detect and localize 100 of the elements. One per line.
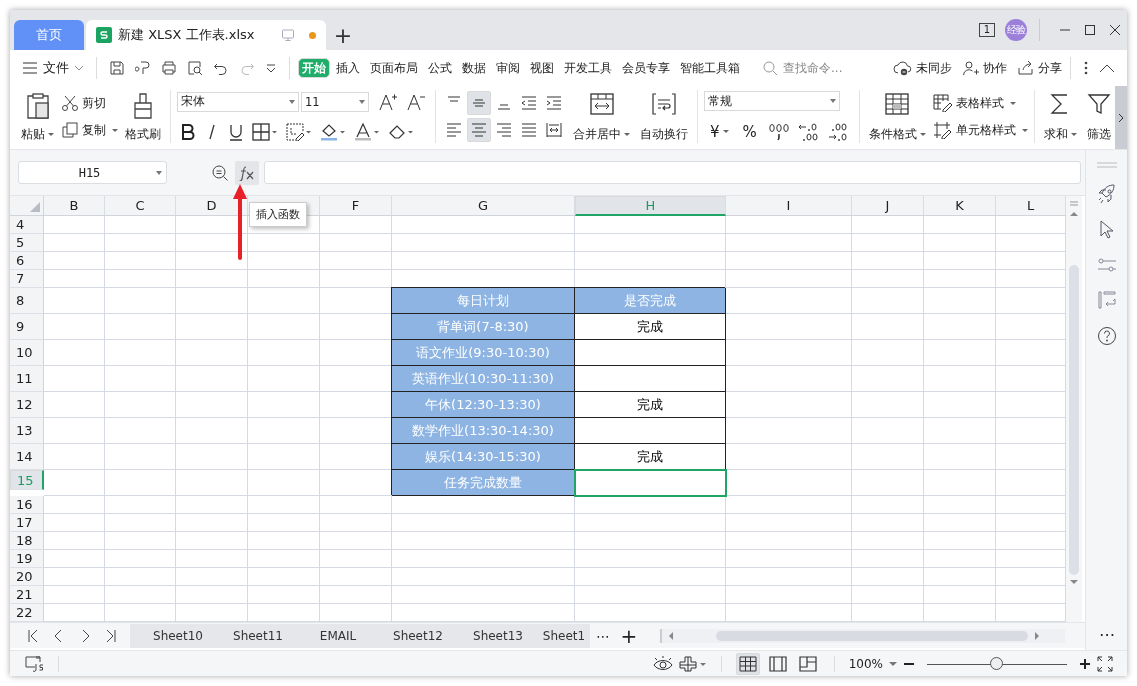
document-tab[interactable]: 新建 XLSX 工作表.xlsx [86, 20, 326, 50]
zoom-level[interactable]: 100% [848, 656, 883, 671]
grid-cell[interactable] [176, 216, 248, 234]
grid-cell[interactable] [44, 514, 105, 532]
sheet-tab[interactable]: Sheet1 [538, 623, 590, 648]
underline-icon[interactable] [228, 123, 244, 142]
grid-cell[interactable] [176, 288, 248, 314]
scroll-thumb[interactable] [716, 630, 1028, 641]
grid-cell[interactable] [320, 216, 392, 234]
cursor-icon[interactable] [1097, 220, 1116, 240]
grid-cell[interactable] [726, 216, 852, 234]
grid-cell[interactable] [392, 532, 575, 550]
monitor-icon[interactable] [281, 28, 295, 42]
increase-decimal-icon[interactable] [797, 121, 820, 142]
grid-cell[interactable] [248, 340, 320, 366]
grid-cell[interactable] [726, 470, 852, 496]
first-sheet-icon[interactable] [26, 628, 40, 643]
name-box[interactable]: H15 [18, 161, 167, 184]
grid-cell[interactable] [726, 586, 852, 604]
grid-cell[interactable] [852, 586, 924, 604]
grid-cell[interactable] [924, 340, 996, 366]
column-header[interactable]: C [105, 196, 176, 215]
grid-cell[interactable] [392, 234, 575, 252]
table-style-button[interactable]: 表格样式 [932, 94, 1028, 112]
grid-cell[interactable] [105, 470, 176, 496]
grid-cell[interactable] [924, 234, 996, 252]
grid-cell[interactable] [726, 392, 852, 418]
grid-cell[interactable] [44, 288, 105, 314]
filter-button[interactable]: 筛选 [1083, 89, 1114, 144]
grid-cell[interactable] [44, 366, 105, 392]
grid-cell[interactable] [575, 586, 726, 604]
print-icon[interactable] [161, 60, 177, 76]
grid-cell[interactable] [44, 252, 105, 270]
fullscreen-icon[interactable] [1097, 655, 1113, 672]
row-header[interactable]: 12 [10, 392, 44, 418]
increase-font-icon[interactable] [378, 91, 398, 112]
grid-cell[interactable] [176, 418, 248, 444]
help-icon[interactable] [1096, 326, 1117, 346]
zoom-in-icon[interactable] [1079, 657, 1091, 670]
formula-input[interactable] [264, 161, 1081, 184]
ribbon-tab[interactable]: 插入 [332, 57, 364, 79]
grid-cell[interactable] [575, 550, 726, 568]
grid-cell[interactable] [726, 252, 852, 270]
grid-cell[interactable] [575, 216, 726, 234]
wrap-text-button[interactable]: 自动换行 [637, 89, 691, 144]
grid-cell[interactable] [924, 532, 996, 550]
grid-cell[interactable] [44, 444, 105, 470]
grid-cell[interactable] [44, 586, 105, 604]
row-header[interactable]: 10 [10, 340, 44, 366]
collapse-ribbon-icon[interactable] [1099, 63, 1115, 73]
caret-icon[interactable] [889, 660, 897, 667]
crosshair-icon[interactable] [678, 655, 707, 672]
center-align-button[interactable] [467, 118, 491, 142]
middle-align-button[interactable] [467, 91, 491, 115]
grid-cell[interactable] [924, 288, 996, 314]
grid-cell[interactable] [105, 366, 176, 392]
grid-cell[interactable] [105, 496, 176, 514]
grid-cell[interactable] [320, 568, 392, 586]
row-header[interactable]: 18 [10, 532, 44, 550]
table-cell[interactable] [575, 340, 726, 366]
grid-cell[interactable] [726, 366, 852, 392]
merge-center-button[interactable]: 合并居中 [570, 89, 633, 144]
grid-cell[interactable] [248, 514, 320, 532]
grid-cell[interactable] [852, 550, 924, 568]
grid-cell[interactable] [105, 234, 176, 252]
grid-cell[interactable] [852, 444, 924, 470]
grid-cell[interactable] [392, 216, 575, 234]
grid-cell[interactable] [105, 550, 176, 568]
grid-cell[interactable] [575, 252, 726, 270]
grid-cell[interactable] [575, 568, 726, 586]
row-header[interactable]: 14 [10, 444, 44, 470]
sliders-icon[interactable] [1096, 256, 1117, 274]
cell-format-icon[interactable] [286, 123, 312, 142]
zoom-slider-thumb[interactable] [990, 656, 1003, 670]
scroll-down-icon[interactable] [1070, 579, 1078, 585]
grid-cell[interactable] [852, 270, 924, 288]
grid-cell[interactable] [248, 234, 320, 252]
ribbon-tab[interactable]: 开发工具 [560, 57, 616, 79]
eye-icon[interactable] [652, 655, 673, 672]
grid-cell[interactable] [176, 314, 248, 340]
font-color-icon[interactable] [354, 123, 380, 142]
grid-cell[interactable] [392, 550, 575, 568]
grid-cell[interactable] [176, 444, 248, 470]
grid-cell[interactable] [392, 568, 575, 586]
row-header[interactable]: 9 [10, 314, 44, 340]
grid-cell[interactable] [44, 532, 105, 550]
grid-cell[interactable] [924, 314, 996, 340]
grid-cell[interactable] [176, 496, 248, 514]
grid-cell[interactable] [248, 568, 320, 586]
grid-cell[interactable] [924, 470, 996, 496]
ribbon-tab[interactable]: 审阅 [492, 57, 524, 79]
grid-cell[interactable] [924, 392, 996, 418]
table-cell[interactable]: 完成 [575, 314, 726, 340]
print-preview-icon[interactable] [187, 60, 203, 76]
grid-cell[interactable] [248, 270, 320, 288]
grid-cell[interactable] [248, 496, 320, 514]
cell-style-button[interactable]: 单元格样式 [932, 121, 1028, 139]
row-header[interactable]: 5 [10, 234, 44, 252]
thousands-separator-icon[interactable] [767, 121, 790, 142]
table-cell[interactable]: 完成 [575, 392, 726, 418]
